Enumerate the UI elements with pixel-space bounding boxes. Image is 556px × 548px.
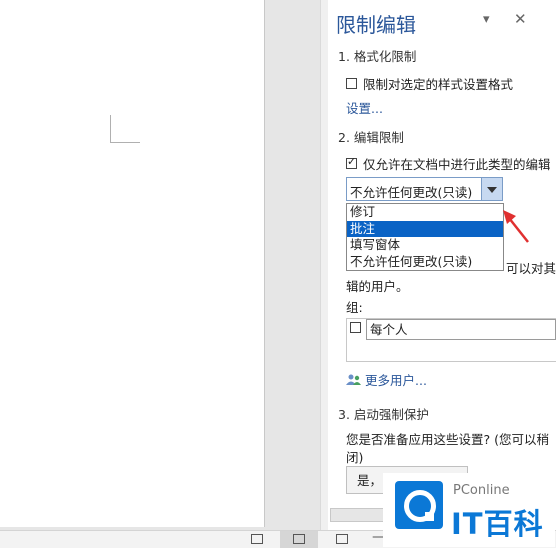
groups-label: 组: <box>346 300 363 315</box>
editing-type-value: 不允许任何更改(只读) <box>350 185 473 200</box>
restrict-editing-pane: 限制编辑 ▾ ✕ 1. 格式化限制 限制对选定的样式设置格式 设置... 2. … <box>328 0 556 530</box>
watermark-title: IT百科 <box>451 507 544 541</box>
exceptions-text-line2: 辑的用户。 <box>346 279 409 294</box>
settings-link[interactable]: 设置... <box>346 98 383 117</box>
dropdown-option-track-changes[interactable]: 修订 <box>347 204 503 221</box>
section-formatting-heading: 1. 格式化限制 <box>338 49 417 64</box>
chevron-down-icon[interactable] <box>481 178 502 200</box>
margin-corner-mark <box>110 115 111 143</box>
editing-restriction-label: 仅允许在文档中进行此类型的编辑 <box>363 157 551 172</box>
red-annotation-arrow <box>503 210 529 243</box>
pane-options-icon[interactable]: ▾ <box>483 12 490 27</box>
watermark-brand: PConline <box>453 483 510 498</box>
section-editing-heading: 2. 编辑限制 <box>338 130 404 145</box>
dropdown-option-comments[interactable]: 批注 <box>347 220 503 237</box>
more-users-label: 更多用户... <box>365 373 427 388</box>
formatting-restriction-checkbox[interactable] <box>346 78 357 89</box>
protection-question-line2: 闭) <box>346 450 364 465</box>
section-protection-heading: 3. 启动强制保护 <box>338 407 429 422</box>
print-layout-icon[interactable] <box>293 534 305 544</box>
more-users-link[interactable]: 更多用户... <box>346 370 427 389</box>
pane-horizontal-scrollbar[interactable] <box>330 508 387 522</box>
editing-type-select[interactable]: 不允许任何更改(只读) <box>346 177 503 201</box>
formatting-restriction-label: 限制对选定的样式设置格式 <box>363 77 514 92</box>
formatting-restriction-checkbox-row[interactable]: 限制对选定的样式设置格式 <box>346 74 513 93</box>
exceptions-text-fragment: 可以对其 <box>506 261 556 276</box>
read-mode-icon[interactable] <box>251 534 263 544</box>
document-page[interactable] <box>0 0 265 527</box>
dropdown-option-no-changes[interactable]: 不允许任何更改(只读) <box>347 254 503 271</box>
group-entry-everyone[interactable]: 每个人 <box>366 319 556 340</box>
editing-type-dropdown: 修订 批注 填写窗体 不允许任何更改(只读) <box>346 203 504 271</box>
watermark: PConline IT百科 <box>383 473 555 547</box>
pane-title: 限制编辑 <box>336 13 416 37</box>
editing-restriction-checkbox[interactable] <box>346 155 357 169</box>
editing-restriction-checkbox-row[interactable]: 仅允许在文档中进行此类型的编辑 <box>346 154 551 173</box>
pconline-logo-icon <box>395 481 443 529</box>
protection-question-line1: 您是否准备应用这些设置? (您可以稍 <box>346 432 549 447</box>
web-layout-icon[interactable] <box>336 534 348 544</box>
users-icon <box>346 374 361 385</box>
document-area <box>0 0 330 530</box>
close-icon[interactable]: ✕ <box>514 10 527 28</box>
everyone-checkbox[interactable] <box>350 322 361 333</box>
margin-corner-mark-horizontal <box>110 142 140 143</box>
dropdown-option-filling-forms[interactable]: 填写窗体 <box>347 237 503 254</box>
